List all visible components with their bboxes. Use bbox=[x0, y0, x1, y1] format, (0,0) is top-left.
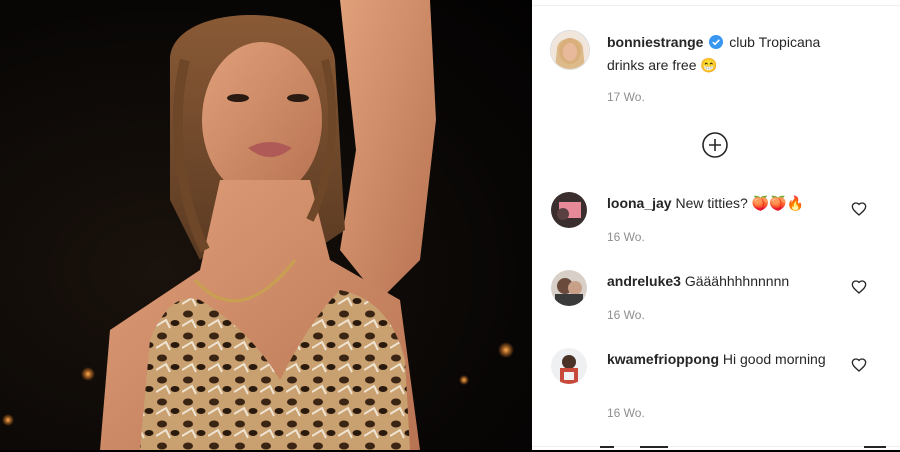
avatar-image bbox=[551, 192, 587, 228]
avatar-image bbox=[551, 270, 587, 306]
comment-username[interactable]: loona_jay bbox=[607, 195, 672, 211]
commenter-avatar[interactable] bbox=[551, 348, 587, 384]
commenter-avatar[interactable] bbox=[551, 270, 587, 306]
comment-icon[interactable] bbox=[600, 446, 614, 452]
load-more-comments-button[interactable] bbox=[701, 131, 729, 159]
comment-text: Gääähhhhnnnnn bbox=[684, 273, 790, 289]
bookmark-icon[interactable] bbox=[864, 446, 886, 452]
verified-badge-icon bbox=[709, 34, 724, 55]
action-bar-divider bbox=[532, 446, 900, 451]
comment-time[interactable]: 16 Wo. bbox=[607, 230, 645, 244]
plus-circle-icon bbox=[702, 132, 728, 158]
caption: bonniestrange club Tropicana drinks are … bbox=[607, 32, 847, 76]
avatar-image bbox=[551, 348, 587, 384]
header-divider bbox=[532, 0, 900, 6]
comment: andreluke3 Gääähhhhnnnnn bbox=[607, 271, 847, 292]
comment-username[interactable]: andreluke3 bbox=[607, 273, 681, 289]
heart-outline-icon[interactable] bbox=[851, 279, 867, 295]
heart-outline-icon[interactable] bbox=[851, 201, 867, 217]
post-viewer: bonniestrange club Tropicana drinks are … bbox=[0, 0, 900, 450]
author-avatar[interactable] bbox=[550, 30, 590, 70]
commenter-avatar[interactable] bbox=[551, 192, 587, 228]
comment-username[interactable]: kwamefrioppong bbox=[607, 351, 719, 367]
comment-text: New titties? 🍑🍑🔥 bbox=[675, 195, 805, 211]
comment-time[interactable]: 16 Wo. bbox=[607, 406, 645, 420]
heart-outline-icon[interactable] bbox=[851, 357, 867, 373]
caption-username[interactable]: bonniestrange bbox=[607, 34, 703, 50]
post-photo-illustration bbox=[2, 0, 514, 450]
comment-time[interactable]: 16 Wo. bbox=[607, 308, 645, 322]
comment: kwamefrioppong Hi good morning bbox=[607, 349, 847, 370]
share-icon[interactable] bbox=[640, 446, 668, 452]
avatar-image bbox=[551, 31, 589, 69]
comment: loona_jay New titties? 🍑🍑🔥 bbox=[607, 193, 847, 214]
caption-time[interactable]: 17 Wo. bbox=[607, 90, 645, 104]
comments-panel: bonniestrange club Tropicana drinks are … bbox=[532, 0, 900, 450]
post-photo[interactable] bbox=[0, 0, 532, 450]
comment-text: Hi good morning bbox=[722, 351, 826, 367]
